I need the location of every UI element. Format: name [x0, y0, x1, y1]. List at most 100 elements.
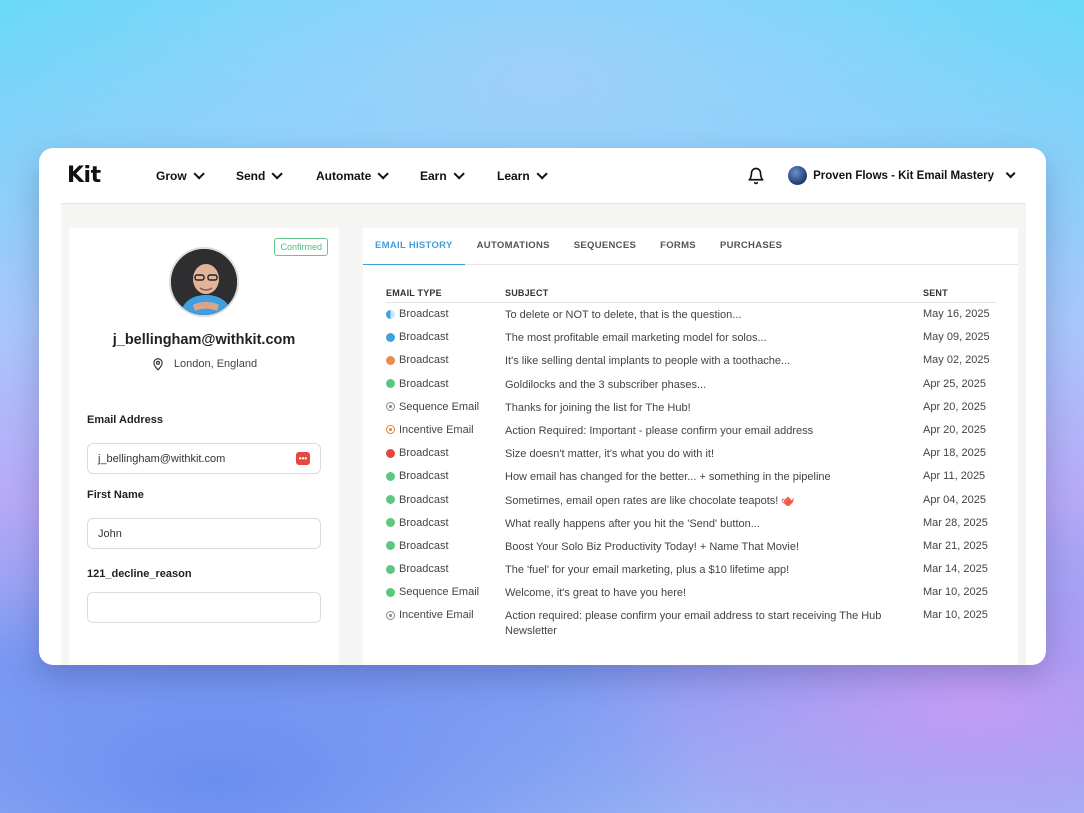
nav-earn[interactable]: Earn — [420, 167, 497, 183]
email-subject-link[interactable]: The most profitable email marketing mode… — [505, 331, 923, 346]
email-type-cell: Broadcast — [386, 378, 505, 390]
sent-date: Apr 04, 2025 — [923, 493, 986, 506]
table-header: EMAIL TYPE SUBJECT SENT — [386, 283, 996, 303]
email-type-label: Broadcast — [399, 493, 449, 506]
nav-send[interactable]: Send — [236, 167, 316, 183]
first-name-value: John — [98, 527, 122, 540]
email-field-value: j_bellingham@withkit.com — [98, 452, 226, 465]
status-dot-icon — [386, 564, 395, 574]
chevron-down-icon — [271, 167, 284, 180]
email-type-cell: Broadcast — [386, 354, 505, 366]
location-text: London, England — [173, 358, 258, 370]
table-body: Broadcast To delete or NOT to delete, tha… — [386, 303, 996, 639]
email-field-label: Email Address — [87, 414, 164, 426]
sent-date: Mar 28, 2025 — [923, 516, 988, 529]
email-type-label: Broadcast — [399, 377, 449, 390]
nav-learn[interactable]: Learn — [497, 167, 567, 183]
nav-grow-label: Grow — [156, 168, 187, 183]
password-manager-icon[interactable]: ••• — [296, 452, 310, 465]
email-subject-link[interactable]: Action required: please confirm your ema… — [505, 609, 923, 639]
chevron-down-icon — [536, 167, 548, 180]
email-subject-link[interactable]: Welcome, it's great to have you here! — [505, 586, 923, 601]
tab-email-history[interactable]: EMAIL HISTORY — [363, 228, 465, 265]
tab-automations[interactable]: AUTOMATIONS — [465, 228, 562, 265]
chevron-down-icon — [453, 167, 465, 180]
tab-sequences[interactable]: SEQUENCES — [562, 228, 648, 265]
status-dot-icon — [386, 587, 395, 597]
nav-automate[interactable]: Automate — [316, 167, 420, 183]
email-subject-link[interactable]: Goldilocks and the 3 subscriber phases..… — [505, 378, 923, 393]
table-row[interactable]: Broadcast Sometimes, email open rates are… — [386, 489, 996, 512]
table-row[interactable]: Broadcast Size doesn't matter, it's what … — [386, 442, 996, 465]
table-row[interactable]: Incentive Email Action Required: Importan… — [386, 419, 996, 442]
nav-send-label: Send — [236, 168, 266, 183]
sent-date: May 16, 2025 — [923, 308, 990, 320]
header-email-type: EMAIL TYPE — [386, 287, 442, 298]
table-row[interactable]: Broadcast Goldilocks and the 3 subscriber… — [386, 373, 996, 396]
email-history-panel: EMAIL HISTORY AUTOMATIONS SEQUENCES FORM… — [363, 228, 1018, 665]
email-type-cell: Sequence Email — [386, 401, 505, 413]
nav-grow[interactable]: Grow — [156, 167, 236, 183]
email-subject-link[interactable]: How email has changed for the better... … — [505, 470, 923, 485]
email-type-label: Sequence Email — [399, 400, 480, 413]
status-dot-icon — [386, 610, 395, 620]
table-row[interactable]: Incentive Email Action required: please c… — [386, 604, 996, 639]
status-dot-icon — [386, 518, 395, 528]
decline-reason-field[interactable] — [87, 592, 321, 623]
email-type-label: Broadcast — [399, 447, 449, 460]
sent-date: Mar 10, 2025 — [923, 609, 988, 622]
table-row[interactable]: Broadcast Boost Your Solo Biz Productivit… — [386, 535, 996, 558]
email-subject-link[interactable]: Size doesn't matter, it's what you do wi… — [505, 447, 923, 462]
table-row[interactable]: Sequence Email Thanks for joining the lis… — [386, 396, 996, 419]
status-dot-icon — [386, 355, 395, 365]
account-avatar — [788, 166, 808, 185]
table-row[interactable]: Broadcast To delete or NOT to delete, tha… — [386, 303, 996, 326]
status-badge: Confirmed — [274, 238, 328, 256]
status-dot-icon — [386, 332, 395, 342]
subscriber-email-heading: j_bellingham@withkit.com — [112, 332, 296, 348]
email-subject-link[interactable]: It's like selling dental implants to peo… — [505, 354, 923, 369]
sent-date: Apr 18, 2025 — [923, 447, 986, 460]
email-type-cell: Broadcast — [386, 563, 505, 575]
account-switcher[interactable]: Proven Flows - Kit Email Mastery — [788, 166, 1016, 185]
email-type-label: Broadcast — [399, 470, 449, 483]
email-field[interactable]: j_bellingham@withkit.com ••• — [87, 443, 321, 474]
nav-automate-label: Automate — [316, 168, 372, 183]
table-row[interactable]: Broadcast How email has changed for the b… — [386, 465, 996, 488]
email-type-cell: Broadcast — [386, 517, 505, 529]
first-name-field[interactable]: John — [87, 518, 321, 549]
tab-purchases[interactable]: PURCHASES — [708, 228, 794, 265]
table-row[interactable]: Broadcast The most profitable email marke… — [386, 326, 996, 349]
subscriber-location: London, England — [69, 356, 339, 372]
sent-date: Apr 20, 2025 — [923, 423, 986, 436]
email-type-cell: Incentive Email — [386, 609, 505, 621]
email-subject-link[interactable]: Boost Your Solo Biz Productivity Today! … — [505, 540, 923, 555]
email-type-cell: Broadcast — [386, 494, 505, 506]
email-type-cell: Incentive Email — [386, 424, 505, 436]
email-subject-link[interactable]: Sometimes, email open rates are like cho… — [505, 494, 923, 509]
sent-date: Apr 25, 2025 — [923, 377, 986, 390]
table-row[interactable]: Broadcast The 'fuel' for your email marke… — [386, 558, 996, 581]
top-nav: Kit Grow Send Automate Earn Learn Proven… — [61, 148, 1026, 204]
email-type-cell: Broadcast — [386, 331, 505, 343]
email-subject-link[interactable]: The 'fuel' for your email marketing, plu… — [505, 563, 923, 578]
tab-forms[interactable]: FORMS — [648, 228, 708, 265]
email-type-cell: Broadcast — [386, 540, 505, 552]
avatar-photo — [171, 249, 237, 315]
email-subject-link[interactable]: Thanks for joining the list for The Hub! — [505, 401, 923, 416]
email-subject-link[interactable]: To delete or NOT to delete, that is the … — [505, 308, 923, 323]
kit-logo[interactable]: Kit — [67, 163, 156, 188]
table-row[interactable]: Broadcast What really happens after you h… — [386, 512, 996, 535]
map-pin-icon — [153, 358, 163, 371]
email-subject-link[interactable]: Action Required: Important - please conf… — [505, 424, 923, 439]
table-row[interactable]: Broadcast It's like selling dental implan… — [386, 349, 996, 372]
status-dot-icon — [386, 541, 395, 551]
table-row[interactable]: Sequence Email Welcome, it's great to hav… — [386, 581, 996, 604]
email-subject-link[interactable]: What really happens after you hit the 'S… — [505, 517, 923, 532]
header-subject: SUBJECT — [505, 287, 549, 298]
notification-bell-icon[interactable] — [747, 167, 765, 185]
sent-date: Mar 21, 2025 — [923, 539, 988, 552]
subscriber-profile-card: Confirmed j_bellingham@withkit.com Londo… — [69, 228, 339, 665]
status-dot-icon — [386, 309, 395, 319]
decline-reason-label: 121_decline_reason — [87, 568, 192, 580]
